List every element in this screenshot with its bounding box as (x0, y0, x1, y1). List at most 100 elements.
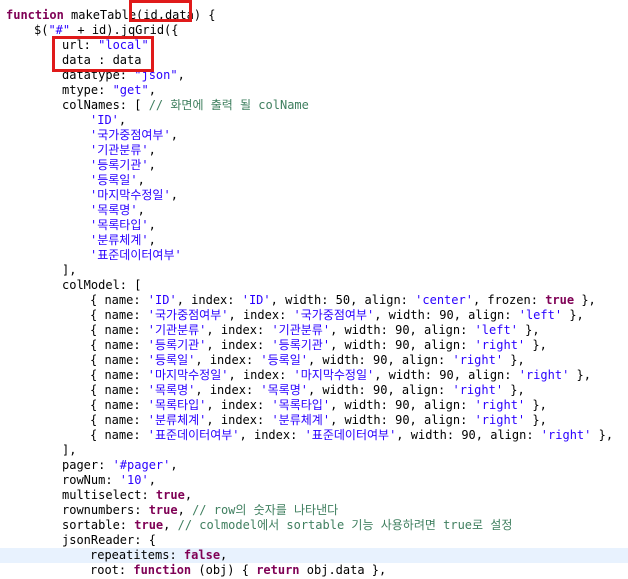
code-line-text: multiselect: true, (62, 488, 192, 503)
code-line[interactable]: multiselect: true, (0, 488, 628, 503)
code-token: "json" (134, 68, 178, 82)
code-line[interactable]: { name: '등록일', index: '등록일', width: 90, … (0, 353, 628, 368)
code-token: , width: 90, align: (330, 413, 475, 427)
code-line[interactable]: { name: '목록타입', index: '목록타입', width: 90… (0, 398, 628, 413)
code-token: mtype: (62, 83, 113, 97)
code-line[interactable]: datatype: "json", (0, 68, 628, 83)
code-token: }, (562, 308, 584, 322)
code-line[interactable]: '기관분류', (0, 143, 628, 158)
code-token: '마지막수정일' (90, 188, 171, 202)
code-line[interactable]: ], (0, 263, 628, 278)
code-token: ], (62, 443, 77, 457)
code-token: , index: (195, 353, 261, 367)
code-line[interactable]: { name: '목록명', index: '목록명', width: 90, … (0, 383, 628, 398)
code-line[interactable]: '등록기관', (0, 158, 628, 173)
code-token: '국가중점여부' (147, 308, 229, 322)
code-line-text: repeatitems: false, (90, 548, 227, 563)
code-token: '기관분류' (147, 323, 207, 337)
code-token: 'right' (518, 368, 570, 382)
code-token: 'right' (474, 413, 526, 427)
code-token: { name: (90, 368, 148, 382)
code-token: , (220, 548, 228, 562)
code-token: + id).jqGrid({ (70, 23, 179, 37)
code-line-text: '마지막수정일', (90, 188, 178, 203)
code-line[interactable]: function makeTable(id,data) { (0, 8, 628, 23)
code-token: '목록명' (260, 383, 308, 397)
code-token: { name: (90, 383, 148, 397)
code-line[interactable]: '마지막수정일', (0, 188, 628, 203)
code-line[interactable]: { name: 'ID', index: 'ID', width: 50, al… (0, 293, 628, 308)
code-line[interactable]: { name: '마지막수정일', index: '마지막수정일', width… (0, 368, 628, 383)
code-line[interactable]: mtype: "get", (0, 83, 628, 98)
code-line[interactable]: $("#" + id).jqGrid({ (0, 23, 628, 38)
code-line[interactable]: pager: '#pager', (0, 458, 628, 473)
code-token: , index: (239, 428, 305, 442)
code-token: }, (517, 323, 540, 337)
code-line[interactable]: data : data , (0, 53, 628, 68)
code-token: { name: (90, 308, 148, 322)
code-line-text: { name: 'ID', index: 'ID', width: 50, al… (90, 293, 596, 308)
code-line[interactable]: '분류체계', (0, 233, 628, 248)
code-token: (obj) { (191, 563, 257, 577)
code-token: , index: (206, 338, 272, 352)
code-token: '표준데이터여부' (90, 248, 182, 262)
code-token: function (6, 8, 64, 22)
code-token: // row의 숫자를 나타낸다 (192, 503, 339, 517)
code-line-text: '표준데이터여부' (90, 248, 182, 263)
code-line[interactable]: { name: '기관분류', index: '기관분류', width: 90… (0, 323, 628, 338)
code-line[interactable]: sortable: true, // colmodel에서 sortable 기… (0, 518, 628, 533)
code-line[interactable]: { name: '분류체계', index: '분류체계', width: 90… (0, 413, 628, 428)
code-token: 'center' (415, 293, 473, 307)
code-line-text: { name: '등록일', index: '등록일', width: 90, … (90, 353, 525, 368)
code-line[interactable]: rownumbers: true, // row의 숫자를 나타낸다 (0, 503, 628, 518)
code-line[interactable]: '표준데이터여부' (0, 248, 628, 263)
code-line[interactable]: repeatitems: false, (0, 548, 628, 563)
code-token: , width: 90, align: (330, 398, 475, 412)
code-token: , width: 50, align: (270, 293, 416, 307)
code-token: '등록일' (90, 173, 138, 187)
code-token: 'ID' (147, 293, 177, 307)
code-token: '마지막수정일' (147, 368, 229, 382)
code-line[interactable]: '목록타입', (0, 218, 628, 233)
code-line[interactable]: root: function (obj) { return obj.data }… (0, 563, 628, 578)
code-line-text: '국가중점여부', (90, 128, 178, 143)
code-token: , (148, 143, 156, 157)
code-token: data : data , (62, 53, 156, 67)
code-line[interactable]: url: "local", (0, 38, 628, 53)
code-token: 'ID' (241, 293, 271, 307)
code-token: , (148, 158, 156, 172)
code-line[interactable]: colModel: [ (0, 278, 628, 293)
code-line[interactable]: jsonReader: { (0, 533, 628, 548)
code-line[interactable]: 'ID', (0, 113, 628, 128)
code-line-text: sortable: true, // colmodel에서 sortable 기… (62, 518, 512, 533)
code-token: , (163, 518, 178, 532)
code-token: "get" (112, 83, 149, 97)
code-token: , width: 90, align: (374, 368, 519, 382)
code-line[interactable]: '등록일', (0, 173, 628, 188)
code-line[interactable]: '국가중점여부', (0, 128, 628, 143)
code-editor[interactable]: function makeTable(id,data) {$("#" + id)… (0, 0, 628, 579)
code-line[interactable]: rowNum: '10', (0, 473, 628, 488)
code-line[interactable]: colNames: [ // 화면에 출력 될 colName (0, 98, 628, 113)
code-line-text: { name: '기관분류', index: '기관분류', width: 90… (90, 323, 540, 338)
code-line[interactable]: { name: '표준데이터여부', index: '표준데이터여부', wid… (0, 428, 628, 443)
code-line-text: '등록일', (90, 173, 145, 188)
code-line-text: { name: '등록기관', index: '등록기관', width: 90… (90, 338, 547, 353)
code-token: '기관분류' (271, 323, 331, 337)
code-token: '10' (119, 473, 149, 487)
code-token: 'left' (518, 308, 563, 322)
code-line[interactable]: ], (0, 443, 628, 458)
code-token: , index: (228, 368, 294, 382)
code-line-text: { name: '마지막수정일', index: '마지막수정일', width… (90, 368, 591, 383)
code-token: datatype: (62, 68, 135, 82)
code-token: '등록일' (147, 353, 196, 367)
code-line[interactable]: '목록명', (0, 203, 628, 218)
code-token: '등록기관' (147, 338, 207, 352)
code-line[interactable]: { name: '국가중점여부', index: '국가중점여부', width… (0, 308, 628, 323)
code-token: (id,data) (136, 8, 202, 22)
code-line[interactable]: { name: '등록기관', index: '등록기관', width: 90… (0, 338, 628, 353)
code-line-text: datatype: "json", (62, 68, 185, 83)
code-token: , width: 90, align: (330, 323, 475, 337)
code-token: , (184, 488, 193, 502)
code-token: , (148, 83, 156, 97)
